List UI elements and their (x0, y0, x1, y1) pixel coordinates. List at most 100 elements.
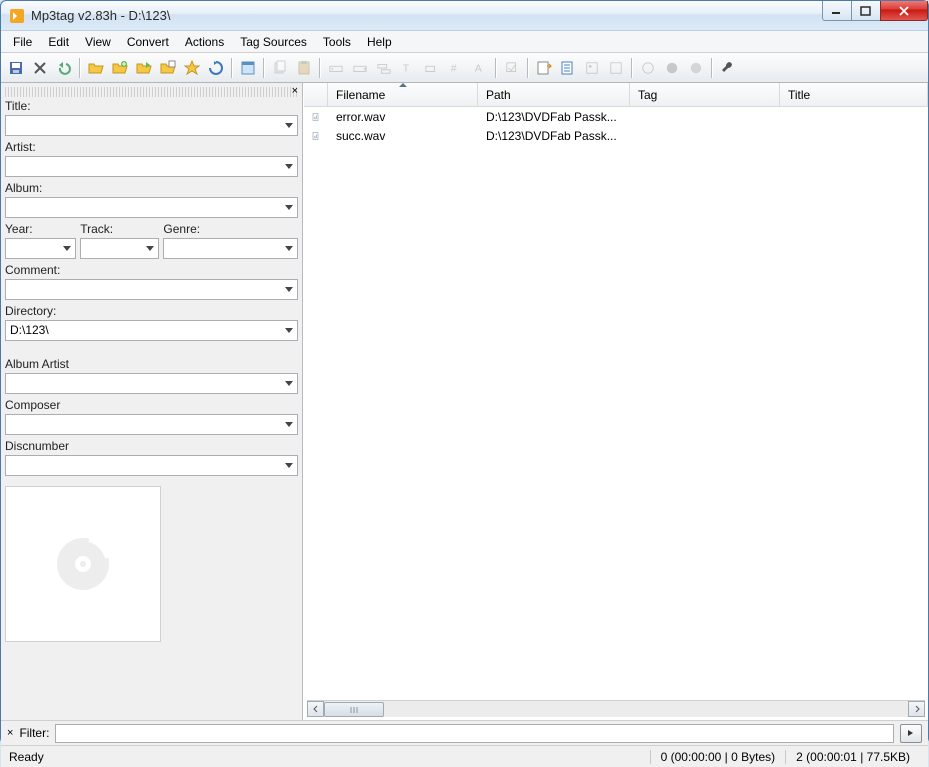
menu-tagsources[interactable]: Tag Sources (232, 32, 315, 52)
toolbar-separator (711, 58, 713, 78)
file-name: succ.wav (328, 129, 478, 143)
column-tag[interactable]: Tag (630, 83, 780, 106)
filename-tag-icon[interactable] (349, 57, 371, 79)
paste-icon[interactable] (293, 57, 315, 79)
audio-file-icon (312, 129, 320, 143)
album-label: Album: (5, 181, 298, 195)
file-list-header: Filename Path Tag Title (304, 83, 928, 107)
refresh-icon[interactable] (205, 57, 227, 79)
file-path: D:\123\DVDFab Passk... (478, 110, 630, 124)
status-ready: Ready (9, 750, 650, 764)
tag-filename-icon[interactable] (325, 57, 347, 79)
save-icon[interactable] (5, 57, 27, 79)
panel-close-icon[interactable]: × (292, 85, 298, 97)
toolbar-separator (263, 58, 265, 78)
albumartist-combo[interactable] (5, 373, 298, 394)
file-panel: Filename Path Tag Title error.wav D:\123… (303, 83, 928, 720)
delete-icon[interactable] (29, 57, 51, 79)
export-icon[interactable] (533, 57, 555, 79)
menu-actions[interactable]: Actions (177, 32, 232, 52)
genre-combo[interactable] (163, 238, 298, 259)
copy-icon[interactable] (269, 57, 291, 79)
websource2-icon[interactable] (685, 57, 707, 79)
column-title[interactable]: Title (780, 83, 928, 106)
scroll-track[interactable] (324, 701, 908, 717)
file-list[interactable]: error.wav D:\123\DVDFab Passk... succ.wa… (304, 107, 928, 700)
menu-edit[interactable]: Edit (40, 32, 77, 52)
toolbar-separator (79, 58, 81, 78)
album-art-placeholder[interactable] (5, 486, 161, 642)
discnumber-label: Discnumber (5, 439, 298, 453)
filter-input[interactable] (55, 724, 894, 743)
lyrics-icon[interactable] (605, 57, 627, 79)
artist-label: Artist: (5, 140, 298, 154)
svg-text:T: T (403, 62, 410, 74)
actions-icon[interactable]: A (469, 57, 491, 79)
file-row[interactable]: succ.wav D:\123\DVDFab Passk... (304, 126, 928, 145)
maximize-button[interactable] (851, 1, 881, 21)
select-all-icon[interactable] (237, 57, 259, 79)
filter-apply-button[interactable] (900, 724, 922, 743)
text-tag-icon[interactable]: T (397, 57, 419, 79)
menu-convert[interactable]: Convert (119, 32, 177, 52)
album-combo[interactable] (5, 197, 298, 218)
directory-combo[interactable]: D:\123\ (5, 320, 298, 341)
file-row[interactable]: error.wav D:\123\DVDFab Passk... (304, 107, 928, 126)
filter-close-icon[interactable]: × (7, 727, 13, 739)
artist-combo[interactable] (5, 156, 298, 177)
tag-tag-icon[interactable] (373, 57, 395, 79)
playlist-create-icon[interactable] (557, 57, 579, 79)
composer-combo[interactable] (5, 414, 298, 435)
folder-add-icon[interactable] (109, 57, 131, 79)
favorites-icon[interactable] (181, 57, 203, 79)
cover-icon[interactable] (581, 57, 603, 79)
window-title: Mp3tag v2.83h - D:\123\ (31, 8, 170, 23)
websource-icon[interactable] (661, 57, 683, 79)
toolbar-separator (527, 58, 529, 78)
menubar: File Edit View Convert Actions Tag Sourc… (1, 31, 928, 53)
folder-play-icon[interactable] (133, 57, 155, 79)
track-combo[interactable] (80, 238, 159, 259)
app-icon (9, 8, 25, 24)
comment-label: Comment: (5, 263, 298, 277)
column-filename[interactable]: Filename (328, 83, 478, 106)
file-name: error.wav (328, 110, 478, 124)
column-icon[interactable] (304, 83, 328, 106)
horizontal-scrollbar[interactable] (307, 700, 925, 717)
quickaction-icon[interactable] (501, 57, 523, 79)
minimize-button[interactable] (822, 1, 852, 21)
scroll-thumb[interactable] (324, 702, 384, 717)
toolbar-separator (495, 58, 497, 78)
title-label: Title: (5, 99, 298, 113)
folder-open-icon[interactable] (85, 57, 107, 79)
scroll-left-icon[interactable] (307, 701, 324, 717)
directory-label: Directory: (5, 304, 298, 318)
menu-view[interactable]: View (77, 32, 119, 52)
disc-icon (51, 532, 115, 596)
title-combo[interactable] (5, 115, 298, 136)
tools-icon[interactable] (717, 57, 739, 79)
toolbar-separator (231, 58, 233, 78)
svg-text:#: # (451, 62, 457, 74)
autonum-icon[interactable]: # (445, 57, 467, 79)
file-path: D:\123\DVDFab Passk... (478, 129, 630, 143)
undo-icon[interactable] (53, 57, 75, 79)
menu-tools[interactable]: Tools (315, 32, 359, 52)
panel-grip[interactable]: × (5, 87, 298, 97)
scroll-right-icon[interactable] (908, 701, 925, 717)
close-button[interactable] (880, 1, 928, 21)
year-combo[interactable] (5, 238, 76, 259)
column-path[interactable]: Path (478, 83, 630, 106)
year-label: Year: (5, 222, 76, 236)
track-label: Track: (80, 222, 159, 236)
menu-file[interactable]: File (5, 32, 40, 52)
filter-label: Filter: (19, 726, 49, 740)
comment-combo[interactable] (5, 279, 298, 300)
discnumber-combo[interactable] (5, 455, 298, 476)
freedb-icon[interactable] (637, 57, 659, 79)
window-controls (823, 1, 928, 30)
playlist-icon[interactable] (157, 57, 179, 79)
menu-help[interactable]: Help (359, 32, 400, 52)
genre-label: Genre: (163, 222, 298, 236)
tag-text-icon[interactable] (421, 57, 443, 79)
